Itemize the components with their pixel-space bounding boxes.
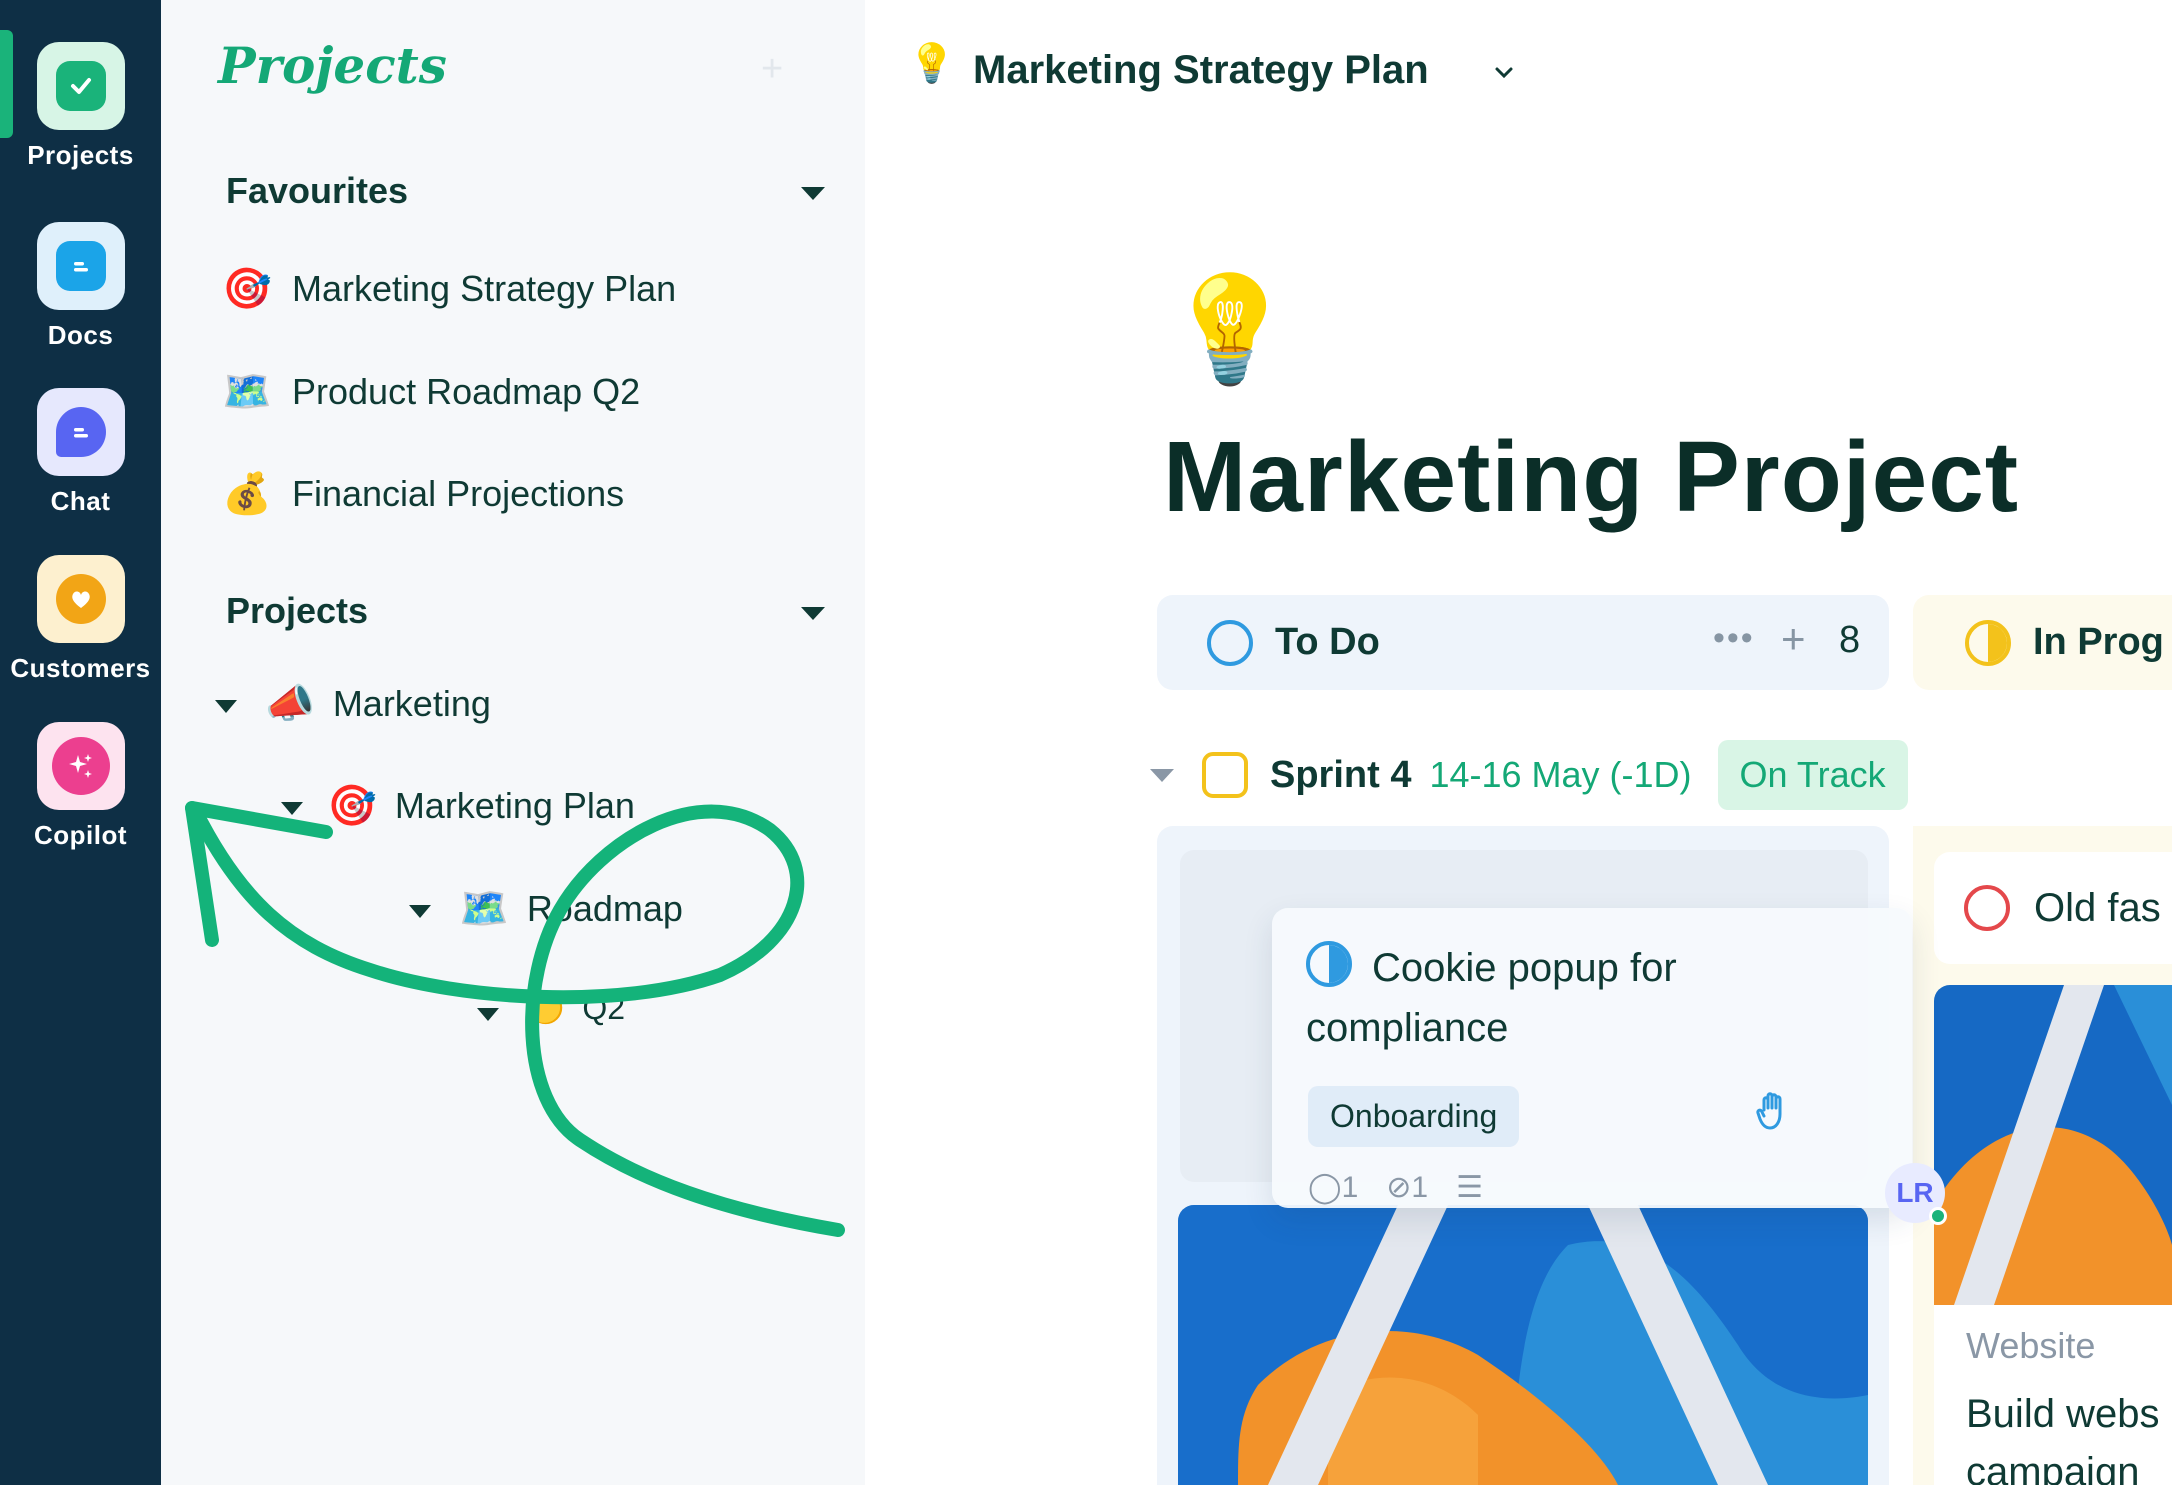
lightbulb-icon: 💡	[1165, 272, 1295, 388]
column-title: In Prog	[2033, 621, 2164, 663]
in-progress-status-icon	[1965, 619, 2011, 666]
description-icon: ☰	[1456, 1171, 1483, 1204]
map-icon: 🗺️	[459, 887, 509, 931]
project-switcher-title[interactable]: Marketing Strategy Plan	[973, 48, 1429, 93]
projects-panel: Projects + Favourites 🎯 Marketing Strate…	[161, 0, 865, 1485]
money-bag-icon: 💰	[222, 472, 272, 516]
rail-label-chat: Chat	[50, 486, 111, 516]
task-title: Cookie popup for compliance	[1306, 946, 1677, 1050]
sprint-caret-icon[interactable]	[1150, 768, 1174, 782]
favourite-item[interactable]: 💰 Financial Projections	[218, 470, 624, 517]
tag-badge: Onboarding	[1308, 1086, 1520, 1147]
grab-hand-icon	[1752, 1088, 1798, 1145]
favourite-label: Financial Projections	[292, 472, 625, 514]
status-badge: On Track	[1717, 740, 1908, 810]
heart-icon	[55, 574, 106, 624]
tree-caret-icon[interactable]	[281, 802, 303, 815]
page-title: Marketing Project	[1163, 421, 2020, 533]
favourite-item[interactable]: 🗺️ Product Roadmap Q2	[218, 368, 640, 415]
tree-caret-icon[interactable]	[477, 1008, 499, 1021]
card-cover-image	[1934, 985, 2172, 1305]
sprint-dates: 14-16 May (-1D)	[1429, 754, 1692, 795]
favourite-label: Product Roadmap Q2	[292, 370, 641, 412]
chat-bubble-icon	[55, 407, 106, 457]
avatar[interactable]: LR	[1885, 1163, 1947, 1225]
todo-status-icon	[1207, 619, 1253, 666]
tree-item-roadmap[interactable]: 🗺️ Roadmap	[459, 885, 683, 932]
task-meta: ◯1 ⊘1 ☰	[1308, 1170, 1483, 1205]
rail-item-docs[interactable]: Docs	[0, 222, 161, 351]
favourite-label: Marketing Strategy Plan	[292, 267, 677, 309]
rail-label-copilot: Copilot	[33, 820, 128, 850]
map-icon: 🗺️	[222, 370, 272, 414]
rail-item-projects[interactable]: Projects	[0, 42, 161, 171]
tree-caret-icon[interactable]	[409, 905, 431, 918]
column-header-in-progress[interactable]: In Prog	[1913, 595, 2172, 690]
docs-tile	[36, 222, 125, 310]
online-indicator	[1929, 1207, 1947, 1225]
tree-item-marketing[interactable]: 📣 Marketing	[265, 680, 491, 727]
projects-collapse-caret-icon[interactable]	[801, 607, 825, 620]
copilot-tile	[36, 722, 125, 810]
more-options-icon[interactable]: •••	[1713, 619, 1755, 658]
rail-item-customers[interactable]: Customers	[0, 555, 161, 684]
dragged-task-card[interactable]: Cookie popup for compliance Onboarding ◯…	[1272, 908, 1912, 1208]
sprint-row[interactable]: Sprint 4 14-16 May (-1D) On Track	[1150, 740, 1908, 810]
projects-tile	[36, 42, 125, 130]
favourites-heading: Favourites	[226, 170, 409, 211]
tree-label: Marketing Plan	[394, 784, 635, 826]
rail-label-customers: Customers	[10, 653, 151, 683]
task-card[interactable]: Website Build webs campaign	[1934, 1305, 2172, 1485]
panel-title: Projects	[218, 36, 447, 95]
favourite-item[interactable]: 🎯 Marketing Strategy Plan	[218, 265, 676, 312]
target-icon: 🎯	[222, 267, 272, 311]
rail-label-projects: Projects	[27, 140, 134, 170]
sparkle-icon	[51, 737, 110, 795]
projects-heading: Projects	[226, 590, 369, 631]
task-card[interactable]: Old fas	[1934, 852, 2172, 964]
attachment-icon: ⊘1	[1386, 1171, 1429, 1204]
rail-item-chat[interactable]: Chat	[0, 388, 161, 517]
column-header-todo[interactable]: To Do ••• + 8	[1157, 595, 1889, 690]
check-icon	[55, 61, 106, 111]
task-title: Build webs campaign	[1966, 1392, 2160, 1485]
lightbulb-icon: 💡	[908, 43, 956, 85]
task-title: Old fas	[2034, 885, 2161, 930]
yellow-circle-icon: 🟡	[527, 992, 565, 1025]
column-count: 8	[1839, 619, 1861, 661]
add-project-button[interactable]: +	[761, 48, 783, 91]
chat-tile	[36, 388, 125, 476]
sprint-name: Sprint 4	[1270, 753, 1412, 796]
target-icon: 🎯	[327, 784, 377, 828]
tree-label: Marketing	[332, 682, 491, 724]
column-title: To Do	[1275, 621, 1380, 663]
add-task-button[interactable]: +	[1781, 615, 1806, 663]
tree-caret-icon[interactable]	[215, 700, 237, 713]
card-cover-image	[1178, 1205, 1868, 1485]
favourites-collapse-caret-icon[interactable]	[801, 187, 825, 200]
blocked-status-icon	[1964, 885, 2010, 931]
app-rail: Projects Docs Chat Customers Copilot	[0, 0, 161, 1485]
tree-item-q2[interactable]: 🟡 Q2	[527, 990, 625, 1027]
tree-label: Q2	[582, 990, 626, 1026]
tree-label: Roadmap	[526, 887, 683, 929]
megaphone-icon: 📣	[265, 682, 315, 726]
comment-icon: ◯1	[1308, 1171, 1359, 1204]
task-list-label: Website	[1966, 1325, 2096, 1366]
chevron-down-icon[interactable]	[1494, 56, 1514, 87]
doc-icon	[55, 241, 106, 291]
sprint-icon	[1202, 752, 1248, 798]
rail-item-copilot[interactable]: Copilot	[0, 722, 161, 851]
customers-tile	[36, 555, 125, 643]
tree-item-marketing-plan[interactable]: 🎯 Marketing Plan	[327, 782, 635, 829]
rail-label-docs: Docs	[47, 320, 114, 350]
